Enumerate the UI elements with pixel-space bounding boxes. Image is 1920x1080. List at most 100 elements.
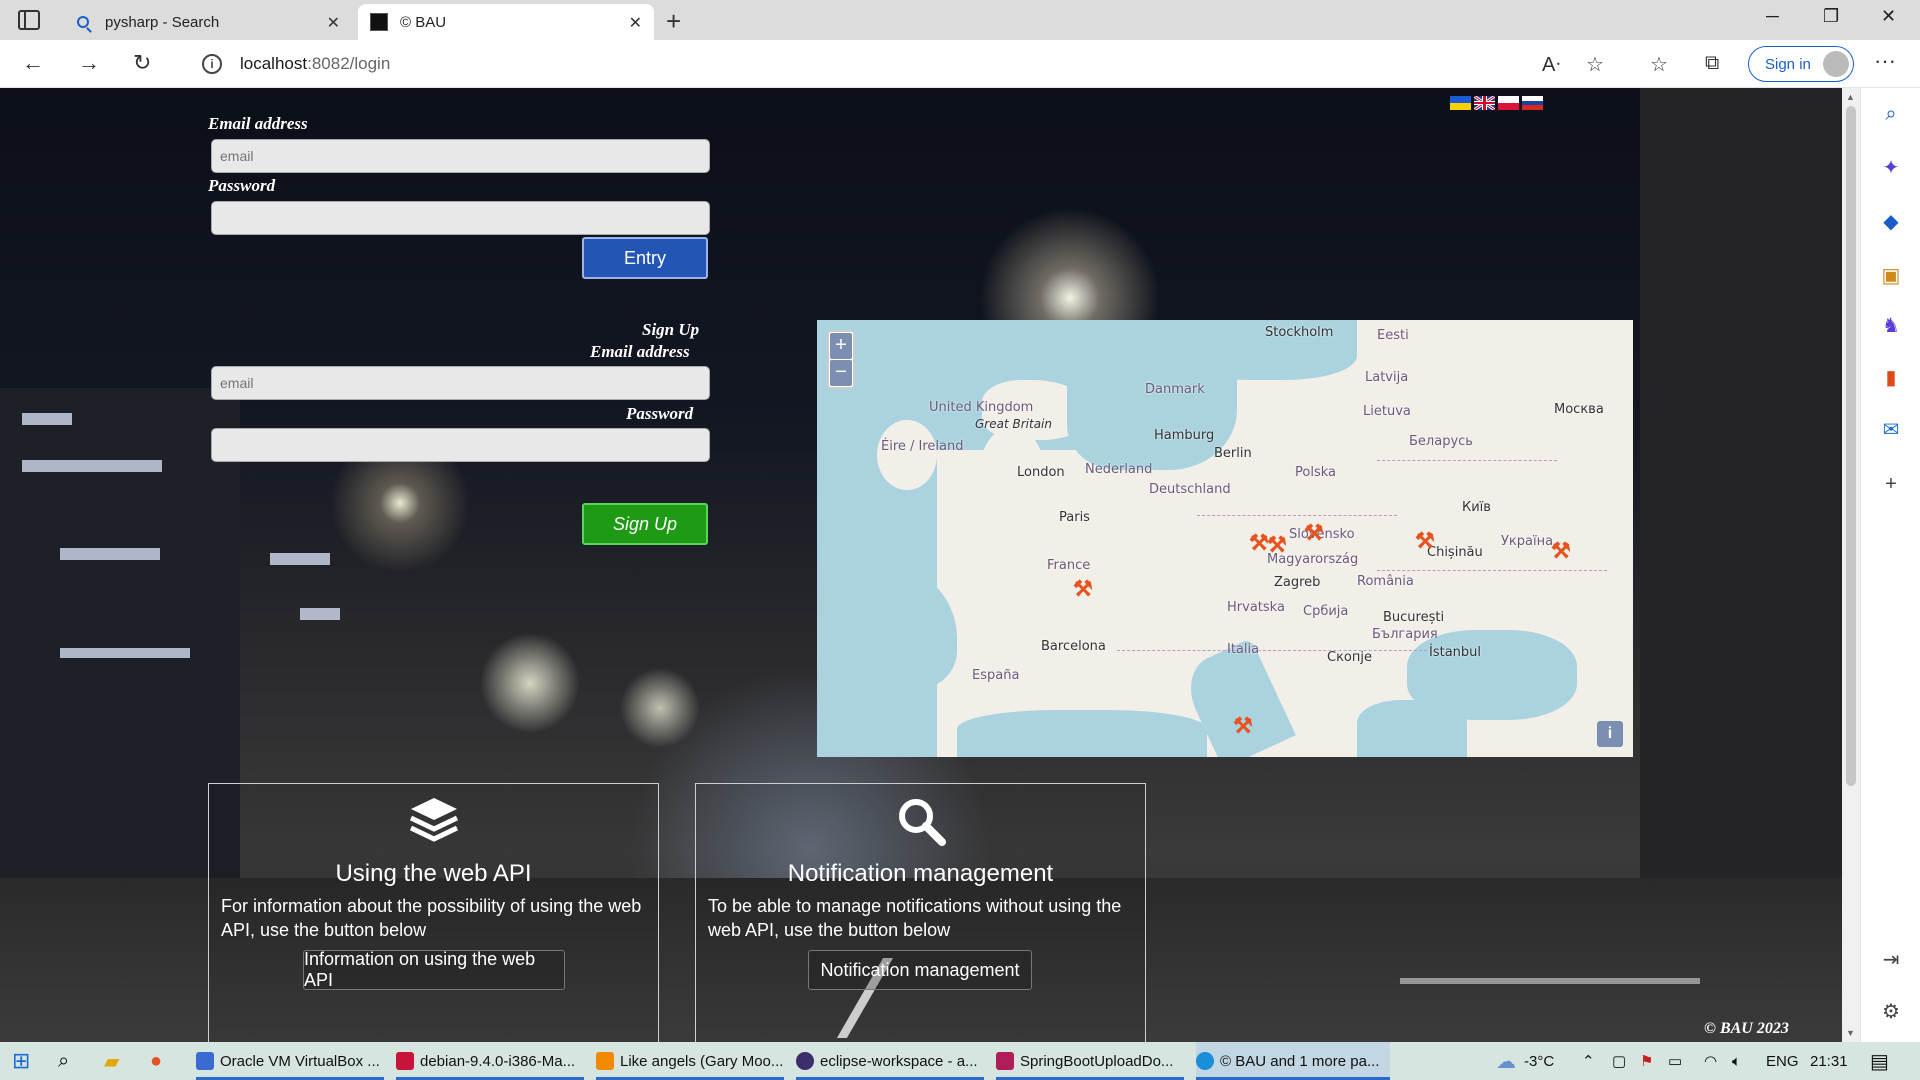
clock[interactable]: 21:31: [1810, 1042, 1848, 1080]
login-password-input[interactable]: [211, 201, 710, 235]
signup-heading: Sign Up: [642, 320, 700, 339]
signup-password-label: Password: [626, 404, 694, 423]
map-label: Hrvatska: [1227, 600, 1285, 615]
map-attribution-button[interactable]: i: [1597, 721, 1623, 747]
copyright: © BAU 2023: [1704, 1020, 1789, 1037]
start-button[interactable]: ⊞: [12, 1042, 30, 1080]
back-button[interactable]: ←: [22, 50, 44, 76]
map-border: [1377, 570, 1607, 571]
close-window-button[interactable]: ✕: [1881, 6, 1896, 27]
volume-icon[interactable]: 🔈︎: [1732, 1042, 1741, 1080]
file-explorer-icon[interactable]: ▰: [104, 1042, 119, 1080]
scroll-up-icon[interactable]: ▲: [1846, 92, 1855, 102]
background-window: [22, 460, 162, 472]
taskbar-item-vlc[interactable]: Like angels (Gary Moo...: [596, 1042, 784, 1080]
map-label: Polska: [1295, 465, 1336, 480]
taskbar-item-debian[interactable]: debian-9.4.0-i386-Ma...: [396, 1042, 584, 1080]
taskbar-item-eclipse[interactable]: eclipse-workspace - a...: [796, 1042, 984, 1080]
map-marker-tools-icon[interactable]: ⚒: [1415, 528, 1435, 554]
sidebar-settings-icon[interactable]: ⚙: [1879, 1000, 1903, 1024]
wifi-icon[interactable]: ◠: [1704, 1042, 1717, 1080]
weather-widget[interactable]: ☁ -3°C: [1496, 1042, 1554, 1080]
minimize-button[interactable]: ─: [1766, 6, 1779, 27]
tab-title: pysharp - Search: [105, 13, 220, 31]
tray-overflow-icon[interactable]: ⌃: [1582, 1042, 1595, 1080]
new-tab-button[interactable]: +: [666, 6, 681, 37]
battery-icon[interactable]: ▭: [1668, 1042, 1682, 1080]
read-aloud-icon[interactable]: Aᐧ: [1542, 52, 1560, 77]
taskbar-label: debian-9.4.0-i386-Ma...: [420, 1052, 576, 1070]
map-label: Great Britain: [975, 417, 1052, 431]
more-icon[interactable]: ···: [1874, 48, 1896, 74]
taskbar-item-springboot[interactable]: SpringBootUploadDo...: [996, 1042, 1184, 1080]
collections-icon[interactable]: ⧉: [1705, 52, 1719, 75]
close-tab-icon[interactable]: ✕: [629, 13, 642, 33]
sidebar-search-icon[interactable]: ⌕: [1879, 102, 1903, 126]
outlook-icon[interactable]: ✉: [1879, 418, 1903, 442]
tab-bau[interactable]: © BAU ✕: [358, 4, 654, 40]
scroll-down-icon[interactable]: ▼: [1846, 1028, 1855, 1038]
office-icon[interactable]: ▮: [1879, 366, 1903, 390]
map-marker-tools-icon[interactable]: ⚒: [1233, 713, 1253, 739]
entry-button[interactable]: Entry: [582, 237, 708, 279]
zoom-in-button[interactable]: +: [830, 333, 852, 359]
notifications-icon[interactable]: ▤: [1870, 1042, 1889, 1080]
close-tab-icon[interactable]: ✕: [327, 13, 340, 33]
site-info-icon[interactable]: i: [202, 54, 222, 74]
page-scrollbar[interactable]: ▲ ▼: [1842, 88, 1860, 1042]
hide-sidebar-icon[interactable]: ⇥: [1879, 948, 1903, 972]
map-label: Lietuva: [1363, 404, 1411, 419]
shopping-icon[interactable]: ◆: [1879, 210, 1903, 234]
maximize-button[interactable]: ❐: [1823, 6, 1839, 27]
taskbar-search-icon[interactable]: ⌕: [58, 1042, 69, 1080]
add-sidebar-app-icon[interactable]: +: [1879, 472, 1903, 496]
sign-in-button[interactable]: Sign in: [1748, 46, 1854, 82]
tray-app-icon[interactable]: ▢: [1612, 1042, 1626, 1080]
tab-actions-icon[interactable]: [18, 10, 40, 30]
map[interactable]: Stockholm Eesti Latvija Danmark Lietuva …: [817, 320, 1633, 757]
scroll-thumb[interactable]: [1846, 106, 1856, 786]
refresh-button[interactable]: ↻: [133, 50, 151, 76]
map-label: Italia: [1227, 642, 1260, 657]
map-marker-tools-icon[interactable]: ⚒: [1267, 532, 1287, 558]
signup-password-input[interactable]: [211, 428, 710, 462]
flag-pl-icon[interactable]: [1498, 96, 1519, 110]
map-marker-tools-icon[interactable]: ⚒: [1249, 530, 1269, 556]
map-label: France: [1047, 558, 1091, 573]
tools-icon[interactable]: ▣: [1879, 264, 1903, 288]
virtualbox-icon: [196, 1052, 214, 1070]
map-label: Paris: [1059, 510, 1090, 525]
url-path: :8082/login: [307, 54, 391, 73]
copilot-icon[interactable]: ✦: [1879, 156, 1903, 180]
firefox-icon[interactable]: ●: [150, 1042, 162, 1080]
sign-up-button[interactable]: Sign Up: [582, 503, 708, 545]
map-label: България: [1372, 627, 1438, 642]
map-land-ireland: [877, 420, 937, 490]
forward-button[interactable]: →: [78, 50, 100, 76]
input-language[interactable]: ENG: [1766, 1042, 1799, 1080]
taskbar-item-edge[interactable]: © BAU and 1 more pa...: [1196, 1042, 1390, 1080]
taskbar-item-virtualbox[interactable]: Oracle VM VirtualBox ...: [196, 1042, 384, 1080]
notification-management-button[interactable]: Notification management: [808, 950, 1032, 990]
map-marker-tools-icon[interactable]: ⚒: [1304, 520, 1324, 546]
map-label: Беларусь: [1409, 434, 1473, 449]
map-marker-tools-icon[interactable]: ⚒: [1551, 538, 1571, 564]
favorites-icon[interactable]: ☆: [1650, 52, 1668, 77]
url-field[interactable]: i localhost:8082/login: [180, 45, 1580, 83]
tray-security-icon[interactable]: ⚑: [1640, 1042, 1653, 1080]
map-label: Deutschland: [1149, 482, 1231, 497]
signup-email-input[interactable]: [211, 366, 710, 400]
web-api-info-button[interactable]: Information on using the web API: [303, 949, 565, 990]
tab-search[interactable]: pysharp - Search ✕: [62, 4, 352, 40]
add-favorite-icon[interactable]: ☆: [1586, 52, 1604, 77]
flag-ua-icon[interactable]: [1450, 96, 1471, 110]
background-window: [60, 648, 190, 658]
cloud-icon: ☁: [1496, 1050, 1516, 1073]
map-marker-tools-icon[interactable]: ⚒: [1073, 576, 1093, 602]
flag-uk-icon[interactable]: [1474, 96, 1495, 110]
flag-ru-icon[interactable]: [1522, 96, 1543, 110]
login-email-input[interactable]: [211, 139, 710, 173]
games-icon[interactable]: ♞: [1879, 314, 1903, 338]
avatar: [1823, 51, 1849, 77]
zoom-out-button[interactable]: −: [830, 360, 852, 386]
